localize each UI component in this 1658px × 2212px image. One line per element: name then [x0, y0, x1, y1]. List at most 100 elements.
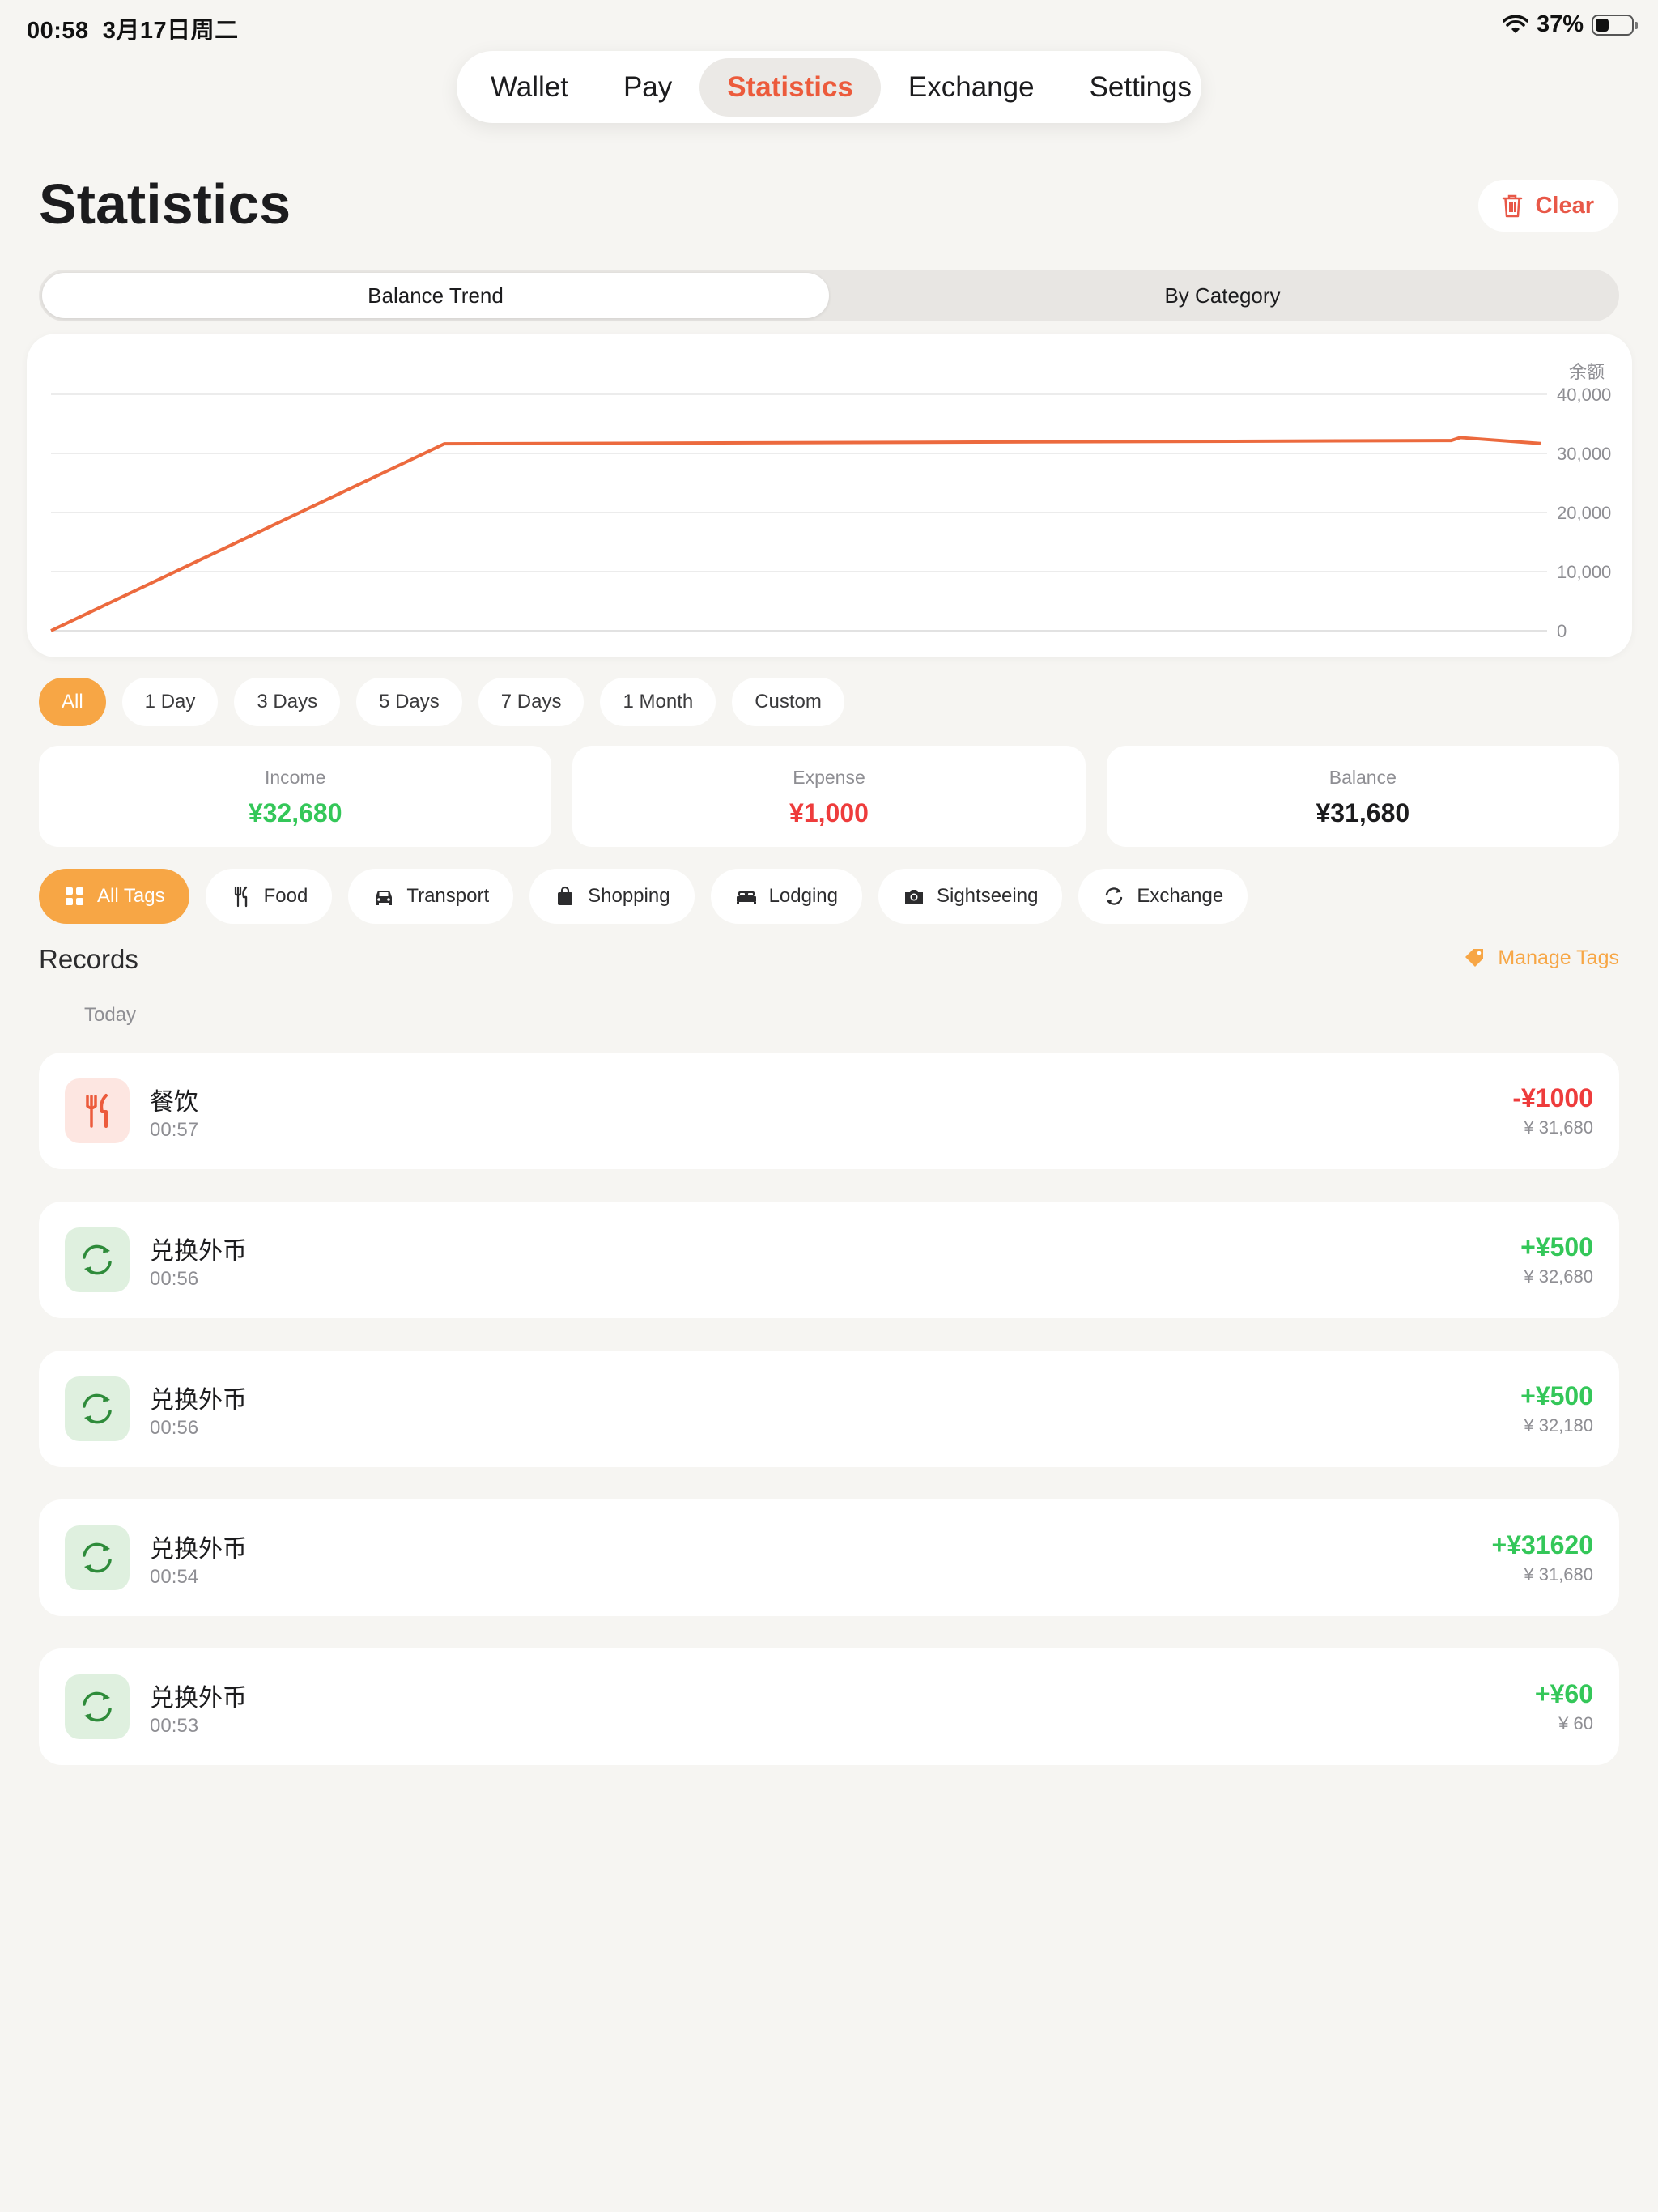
balance-chart: 余额 40,000 30,000 20,000 10,000 0 [27, 334, 1632, 657]
record-icon [65, 1227, 130, 1292]
segment-by-category[interactable]: By Category [829, 273, 1616, 318]
battery-percent: 37% [1536, 11, 1584, 37]
tag-label: Transport [406, 885, 490, 907]
record-amount: +¥500 [1520, 1232, 1593, 1261]
record-amount: +¥60 [1534, 1679, 1593, 1708]
grid-icon [66, 887, 83, 905]
record-balance: ¥ 31,680 [1524, 1117, 1593, 1138]
records-title: Records [39, 944, 138, 974]
nav-wallet[interactable]: Wallet [463, 58, 596, 117]
list-item[interactable]: 兑换外币 00:53 +¥60 ¥ 60 [39, 1648, 1619, 1765]
record-balance: ¥ 31,680 [1524, 1564, 1593, 1585]
section-today: Today [84, 1004, 137, 1026]
range-3-days[interactable]: 3 Days [234, 678, 341, 726]
y-tick-label: 0 [1557, 621, 1567, 641]
y-tick-label: 20,000 [1557, 503, 1611, 523]
range-custom[interactable]: Custom [732, 678, 844, 726]
record-amount: +¥500 [1520, 1381, 1593, 1410]
tag-sightseeing[interactable]: Sightseeing [878, 869, 1063, 924]
bed-icon [736, 891, 756, 904]
record-title: 兑换外币 [150, 1684, 247, 1712]
record-icon [65, 1376, 130, 1441]
clock: 00:58 [27, 18, 89, 44]
record-balance: ¥ 60 [1558, 1713, 1593, 1733]
tag-food[interactable]: Food [205, 869, 333, 924]
tag-icon [1465, 949, 1484, 967]
balance-series-line [50, 436, 1541, 632]
record-title: 兑换外币 [150, 1386, 247, 1414]
tag-exchange[interactable]: Exchange [1078, 869, 1248, 924]
nav-statistics[interactable]: Statistics [699, 57, 881, 117]
status-right: 37% [1502, 11, 1638, 38]
range-5-days[interactable]: 5 Days [356, 678, 462, 726]
record-time: 00:56 [150, 1417, 199, 1439]
expense-label: Expense [793, 767, 865, 788]
page-title: Statistics [39, 172, 291, 236]
tag-shopping[interactable]: Shopping [529, 869, 695, 924]
manage-tags-label: Manage Tags [1498, 946, 1619, 969]
balance-card: Balance ¥31,680 [1106, 746, 1619, 847]
summary-cards: Income ¥32,680 Expense ¥1,000 Balance ¥3… [39, 746, 1619, 847]
range-filter: All 1 Day 3 Days 5 Days 7 Days 1 Month C… [39, 678, 844, 726]
record-title: 兑换外币 [150, 1237, 247, 1266]
record-balance: ¥ 32,680 [1524, 1266, 1593, 1287]
range-all[interactable]: All [39, 678, 106, 726]
chart-svg: 40,000 30,000 20,000 10,000 0 [50, 385, 1611, 641]
view-segmented-control: Balance Trend By Category [39, 270, 1619, 321]
tag-transport[interactable]: Transport [348, 869, 514, 924]
camera-icon [904, 890, 923, 904]
tag-label: All Tags [97, 885, 165, 907]
nav-exchange[interactable]: Exchange [881, 58, 1062, 117]
y-tick-label: 30,000 [1557, 444, 1611, 464]
list-item[interactable]: 餐饮 00:57 -¥1000 ¥ 31,680 [39, 1053, 1619, 1169]
tag-lodging[interactable]: Lodging [710, 869, 862, 924]
battery-level [1596, 18, 1609, 32]
refresh-icon [83, 1691, 112, 1722]
refresh-icon [83, 1542, 112, 1573]
tag-label: Lodging [768, 885, 838, 907]
fork-knife-icon [234, 886, 247, 908]
record-time: 00:56 [150, 1268, 199, 1290]
balance-label: Balance [1329, 767, 1397, 788]
y-tick-label: 40,000 [1557, 385, 1611, 405]
clear-label: Clear [1535, 192, 1594, 219]
fork-knife-icon [86, 1094, 108, 1128]
trash-icon [1503, 194, 1523, 218]
range-1-day[interactable]: 1 Day [121, 678, 219, 726]
record-title: 餐饮 [150, 1088, 198, 1117]
record-title: 兑换外币 [150, 1535, 247, 1563]
tag-label: Shopping [588, 885, 670, 907]
refresh-icon [83, 1393, 112, 1424]
nav-settings[interactable]: Settings [1062, 58, 1219, 117]
refresh-icon [1106, 887, 1123, 905]
manage-tags-link[interactable]: Manage Tags [1462, 946, 1619, 970]
record-time: 00:54 [150, 1566, 199, 1588]
income-label: Income [264, 767, 326, 788]
list-item[interactable]: 兑换外币 00:56 +¥500 ¥ 32,680 [39, 1202, 1619, 1318]
record-icon [65, 1674, 130, 1739]
records-list: 餐饮 00:57 -¥1000 ¥ 31,680 兑换外币 00:56 +¥50… [39, 1053, 1619, 1797]
list-item[interactable]: 兑换外币 00:54 +¥31620 ¥ 31,680 [39, 1499, 1619, 1616]
range-7-days[interactable]: 7 Days [478, 678, 585, 726]
refresh-icon [83, 1244, 112, 1275]
balance-value: ¥31,680 [1316, 798, 1410, 827]
battery-icon [1592, 14, 1638, 36]
tag-all-tags[interactable]: All Tags [39, 869, 189, 924]
tag-label: Food [263, 885, 308, 907]
top-nav: Wallet Pay Statistics Exchange Settings [457, 51, 1201, 123]
car-icon [376, 891, 393, 905]
clear-button[interactable]: Clear [1478, 180, 1618, 232]
list-item[interactable]: 兑换外币 00:56 +¥500 ¥ 32,180 [39, 1351, 1619, 1467]
bag-icon [558, 886, 573, 905]
income-value: ¥32,680 [248, 798, 342, 827]
expense-value: ¥1,000 [789, 798, 869, 827]
status-bar: 00:58 3月17日周二 37% [0, 0, 1658, 52]
range-1-month[interactable]: 1 Month [600, 678, 716, 726]
status-time: 00:58 3月17日周二 [27, 11, 239, 45]
record-balance: ¥ 32,180 [1524, 1415, 1593, 1436]
expense-card: Expense ¥1,000 [572, 746, 1086, 847]
income-card: Income ¥32,680 [39, 746, 552, 847]
segment-balance-trend[interactable]: Balance Trend [42, 273, 829, 318]
record-amount: +¥31620 [1491, 1530, 1593, 1559]
nav-pay[interactable]: Pay [596, 58, 699, 117]
